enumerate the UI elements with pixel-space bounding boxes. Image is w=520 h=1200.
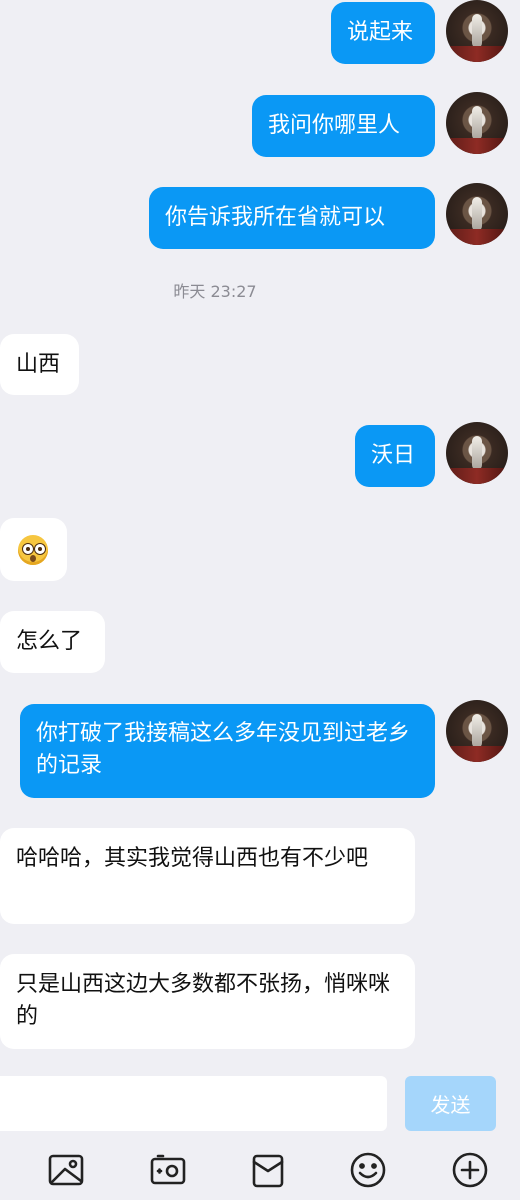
message-input[interactable] (0, 1076, 387, 1131)
message-text: 你告诉我所在省就可以 (165, 205, 386, 230)
image-icon[interactable] (47, 1153, 87, 1193)
message-text: 怎么了 (16, 629, 83, 654)
message-bubble[interactable]: 我问你哪里人 (252, 95, 435, 157)
avatar[interactable] (446, 183, 508, 245)
message-bubble[interactable]: 哈哈哈，其实我觉得山西也有不少吧 (0, 828, 415, 924)
input-toolbar (0, 1140, 520, 1200)
send-button[interactable]: 发送 (405, 1076, 496, 1131)
message-bubble[interactable]: 你告诉我所在省就可以 (149, 187, 435, 249)
avatar[interactable] (446, 700, 508, 762)
shocked-face-icon (18, 535, 48, 565)
avatar[interactable] (446, 0, 508, 62)
red-packet-icon[interactable] (251, 1153, 291, 1193)
avatar[interactable] (446, 422, 508, 484)
avatar[interactable] (446, 92, 508, 154)
message-timestamp: 昨天 23:27 (173, 282, 257, 301)
message-text: 山西 (16, 352, 61, 377)
message-text: 哈哈哈，其实我觉得山西也有不少吧 (16, 846, 369, 871)
emoji-icon[interactable] (349, 1151, 389, 1191)
message-bubble[interactable] (0, 518, 67, 581)
message-text: 只是山西这边大多数都不张扬，悄咪咪的 (16, 972, 391, 1029)
message-bubble[interactable]: 说起来 (331, 2, 435, 64)
message-text: 你打破了我接稿这么多年没见到过老乡的记录 (36, 721, 411, 778)
message-text: 说起来 (347, 20, 414, 45)
message-bubble[interactable]: 怎么了 (0, 611, 105, 673)
plus-icon[interactable] (451, 1151, 491, 1191)
camera-icon[interactable] (149, 1153, 189, 1193)
message-bubble[interactable]: 山西 (0, 334, 79, 395)
message-bubble[interactable]: 只是山西这边大多数都不张扬，悄咪咪的 (0, 954, 415, 1049)
message-bubble[interactable]: 你打破了我接稿这么多年没见到过老乡的记录 (20, 704, 435, 798)
message-text: 我问你哪里人 (268, 113, 401, 138)
message-text: 沃日 (371, 443, 416, 468)
message-bubble[interactable]: 沃日 (355, 425, 435, 487)
